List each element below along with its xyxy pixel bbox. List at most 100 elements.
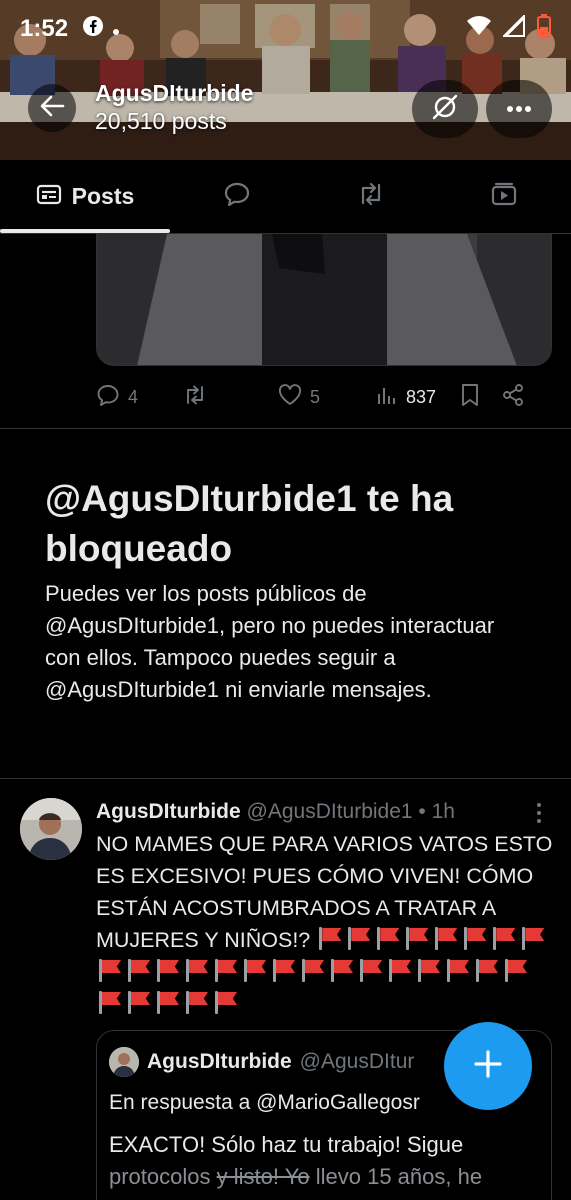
grok-icon: [430, 92, 460, 127]
heart-icon: [278, 383, 302, 411]
red-flag-icon: [154, 958, 181, 982]
quote-author-handle: @AgusDItur: [299, 1050, 415, 1073]
red-flag-icon: [473, 958, 500, 982]
quote-reply-to[interactable]: @MarioGallegosr: [256, 1091, 420, 1114]
reposts-icon: [356, 181, 386, 212]
profile-banner: 1:52 AgusDIturbide 20,510 posts: [0, 0, 571, 160]
red-flag-icon: [444, 958, 471, 982]
divider: [0, 778, 571, 779]
quote-author-name: AgusDIturbide: [147, 1050, 292, 1073]
posts-icon: [36, 182, 62, 211]
like-action[interactable]: 5: [278, 383, 321, 411]
red-flag-icon: [270, 958, 297, 982]
wifi-icon: [467, 15, 491, 43]
tab-media[interactable]: [437, 160, 571, 233]
plus-icon: [473, 1049, 503, 1084]
red-flag-icon: [461, 926, 488, 950]
profile-posts-count: 20,510 posts: [95, 108, 227, 134]
tweet-time: 1h: [431, 800, 455, 823]
tab-selected-indicator: [0, 229, 170, 233]
quote-text-part: llevo 15 años, he: [315, 1164, 483, 1189]
red-flag-icon: [328, 958, 355, 982]
dot-icon: [112, 15, 120, 43]
tab-posts-label: Posts: [71, 183, 135, 209]
reply-action[interactable]: 4: [96, 384, 138, 411]
quote-text-part: protocolos: [109, 1164, 211, 1189]
more-icon: [506, 100, 532, 118]
red-flag-icon: [96, 990, 123, 1014]
like-count: 5: [310, 386, 321, 407]
tweet-text: NO MAMES QUE PARA VARIOS VATOS ESTO ES E…: [96, 828, 556, 1020]
red-flag-icon: [386, 958, 413, 982]
red-flag-icon: [241, 958, 268, 982]
red-flag-icon: [125, 990, 152, 1014]
red-flag-icon: [316, 926, 343, 950]
tweet-separator: •: [412, 800, 432, 823]
red-flag-icon: [183, 958, 210, 982]
replies-icon: [223, 181, 251, 212]
back-arrow-icon: [39, 95, 65, 122]
avatar[interactable]: [20, 798, 82, 860]
reply-icon: [96, 384, 120, 411]
red-flag-icon: [345, 926, 372, 950]
blocked-title: @AgusDIturbide1 te ha bloqueado: [45, 478, 454, 569]
red-flag-icon: [299, 958, 326, 982]
quote-text-line: protocolos y listo! Yo llevo 15 años, he: [109, 1161, 539, 1193]
media-image: [97, 234, 551, 365]
blocked-description: Puedes ver los posts públicos de @AgusDI…: [45, 581, 495, 702]
red-flag-icon: [125, 958, 152, 982]
views-icon: [376, 384, 398, 411]
facebook-icon: [82, 15, 104, 44]
profile-display-name: AgusDIturbide: [95, 80, 254, 106]
divider: [0, 428, 571, 429]
tab-posts[interactable]: Posts: [0, 160, 170, 233]
red-flag-icon: [154, 990, 181, 1014]
grok-button[interactable]: [412, 80, 478, 138]
media-icon: [490, 181, 518, 212]
red-flag-icon: [212, 958, 239, 982]
status-bar: 1:52: [0, 0, 571, 58]
quote-text: EXACTO! Sólo haz tu trabajo! Sigue proto…: [109, 1129, 539, 1193]
share-icon: [502, 383, 524, 412]
red-flag-icon: [490, 926, 517, 950]
back-button[interactable]: [28, 84, 76, 132]
battery-icon: [537, 13, 551, 45]
profile-tabs: Posts: [0, 160, 571, 234]
tweet-header: AgusDIturbide @AgusDIturbide1 • 1h: [96, 800, 516, 824]
bookmark-action[interactable]: [460, 383, 480, 412]
post-actions: 4 5 837: [96, 380, 556, 414]
red-flag-icon: [415, 958, 442, 982]
compose-button[interactable]: [444, 1022, 532, 1110]
quote-avatar: [109, 1047, 139, 1077]
red-flag-icon: [432, 926, 459, 950]
red-flag-icon: [403, 926, 430, 950]
red-flag-icon: [519, 926, 546, 950]
post-media[interactable]: [96, 234, 552, 366]
views-action[interactable]: 837: [376, 384, 436, 411]
share-action[interactable]: [502, 383, 524, 412]
tab-replies[interactable]: [170, 160, 304, 233]
red-flag-icon: [502, 958, 529, 982]
quote-reply-line: En respuesta a @MarioGallegosr: [109, 1091, 420, 1115]
quote-text-strike: y listo! Yo: [216, 1164, 310, 1189]
quote-text-line: EXACTO! Sólo haz tu trabajo! Sigue: [109, 1132, 464, 1157]
tweet-author-name[interactable]: AgusDIturbide: [96, 800, 241, 823]
bookmark-icon: [460, 383, 480, 412]
red-flag-icon: [183, 990, 210, 1014]
red-flag-icon: [96, 958, 123, 982]
red-flag-icon: [374, 926, 401, 950]
repost-action[interactable]: [182, 384, 208, 411]
quote-header: AgusDIturbide @AgusDItur: [109, 1047, 414, 1077]
status-time: 1:52: [20, 15, 69, 42]
views-count: 837: [406, 386, 437, 407]
tab-reposts[interactable]: [304, 160, 438, 233]
tweet-author-handle[interactable]: @AgusDIturbide1: [247, 800, 413, 823]
signal-icon: [501, 13, 525, 44]
more-options-button[interactable]: [486, 80, 552, 138]
repost-icon: [182, 384, 208, 411]
red-flag-icon: [357, 958, 384, 982]
quote-reply-prefix: En respuesta a: [109, 1091, 251, 1114]
reply-count: 4: [128, 386, 139, 407]
red-flag-icon: [212, 990, 239, 1014]
tweet-more-button[interactable]: [528, 800, 550, 826]
